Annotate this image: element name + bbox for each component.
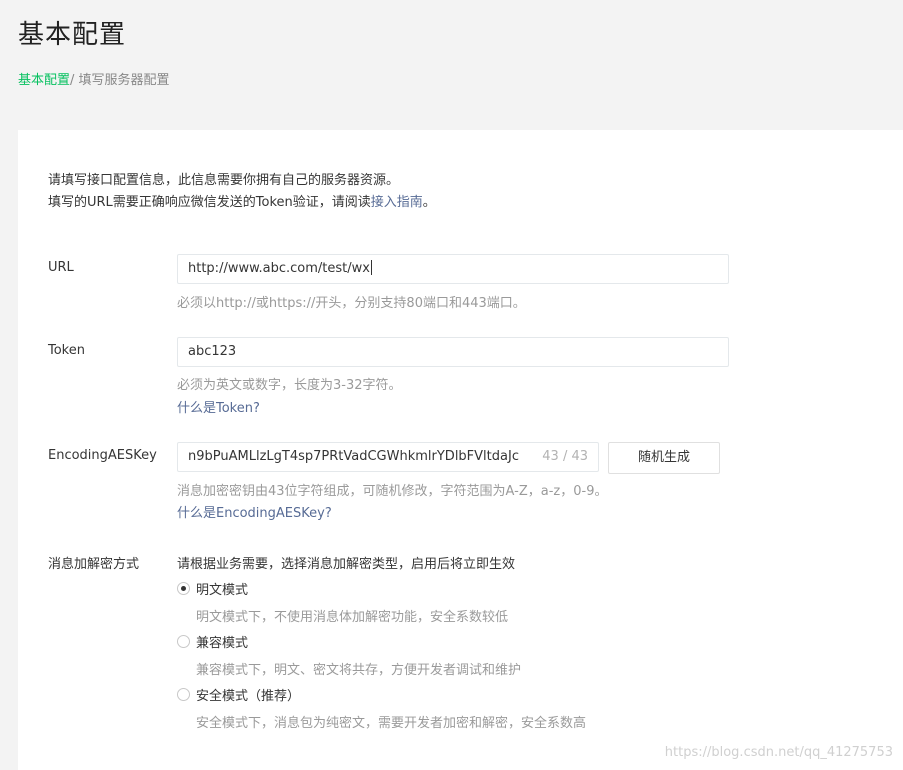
url-tip: 必须以http://或https://开头，分别支持80端口和443端口。 (177, 296, 526, 311)
breadcrumb-link-basic-config[interactable]: 基本配置 (18, 73, 70, 88)
random-generate-button[interactable]: 随机生成 (608, 442, 720, 474)
encryption-mode-label: 消息加解密方式 (48, 557, 140, 572)
intro-text: 请填写接口配置信息，此信息需要你拥有自己的服务器资源。 填写的URL需要正确响应… (48, 170, 436, 214)
url-label: URL (48, 260, 74, 275)
radio-desc-compatible-mode: 兼容模式下，明文、密文将共存，方便开发者调试和维护 (196, 663, 522, 678)
token-input-value: abc123 (188, 344, 237, 359)
radio-secure-mode[interactable] (177, 688, 190, 701)
url-input[interactable]: http://www.abc.com/test/wx (177, 254, 729, 284)
radio-label-secure-mode[interactable]: 安全模式（推荐） (196, 685, 300, 704)
text-cursor (370, 260, 372, 275)
encryption-mode-description: 请根据业务需要，选择消息加解密类型，启用后将立即生效 (177, 557, 516, 572)
radio-label-compatible-mode[interactable]: 兼容模式 (196, 632, 248, 651)
intro-line-2-suffix: 。 (422, 195, 436, 210)
aeskey-input-value: n9bPuAMLlzLgT4sp7PRtVadCGWhkmlrYDlbFVltd… (188, 449, 519, 464)
radio-desc-plaintext-mode: 明文模式下，不使用消息体加解密功能，安全系数较低 (196, 610, 509, 625)
what-is-aeskey-link[interactable]: 什么是EncodingAESKey? (177, 502, 332, 521)
radio-plaintext-mode[interactable] (177, 582, 190, 595)
page-title: 基本配置 (18, 20, 127, 50)
breadcrumb-current: / 填写服务器配置 (70, 73, 170, 88)
what-is-token-link[interactable]: 什么是Token? (177, 397, 260, 416)
intro-line-2-prefix: 填写的URL需要正确响应微信发送的Token验证，请阅读 (48, 195, 371, 210)
intro-line-2: 填写的URL需要正确响应微信发送的Token验证，请阅读接入指南。 (48, 192, 436, 214)
aeskey-char-counter: 43 / 43 (542, 449, 588, 464)
intro-line-1: 请填写接口配置信息，此信息需要你拥有自己的服务器资源。 (48, 173, 400, 188)
watermark: https://blog.csdn.net/qq_41275753 (664, 745, 893, 760)
url-input-value: http://www.abc.com/test/wx (188, 261, 370, 276)
config-panel: 请填写接口配置信息，此信息需要你拥有自己的服务器资源。 填写的URL需要正确响应… (18, 130, 903, 770)
radio-compatible-mode[interactable] (177, 635, 190, 648)
token-tip: 必须为英文或数字，长度为3-32字符。 (177, 378, 402, 393)
breadcrumb: 基本配置/ 填写服务器配置 (18, 69, 170, 88)
radio-desc-secure-mode: 安全模式下，消息包为纯密文，需要开发者加密和解密，安全系数高 (196, 716, 587, 731)
aeskey-input[interactable]: n9bPuAMLlzLgT4sp7PRtVadCGWhkmlrYDlbFVltd… (177, 442, 599, 472)
aeskey-tip: 消息加密密钥由43位字符组成，可随机修改，字符范围为A-Z，a-z，0-9。 (177, 484, 608, 499)
radio-label-plaintext-mode[interactable]: 明文模式 (196, 579, 248, 598)
token-input[interactable]: abc123 (177, 337, 729, 367)
aeskey-label: EncodingAESKey (48, 448, 157, 463)
token-label: Token (48, 343, 85, 358)
access-guide-link[interactable]: 接入指南 (371, 195, 423, 210)
